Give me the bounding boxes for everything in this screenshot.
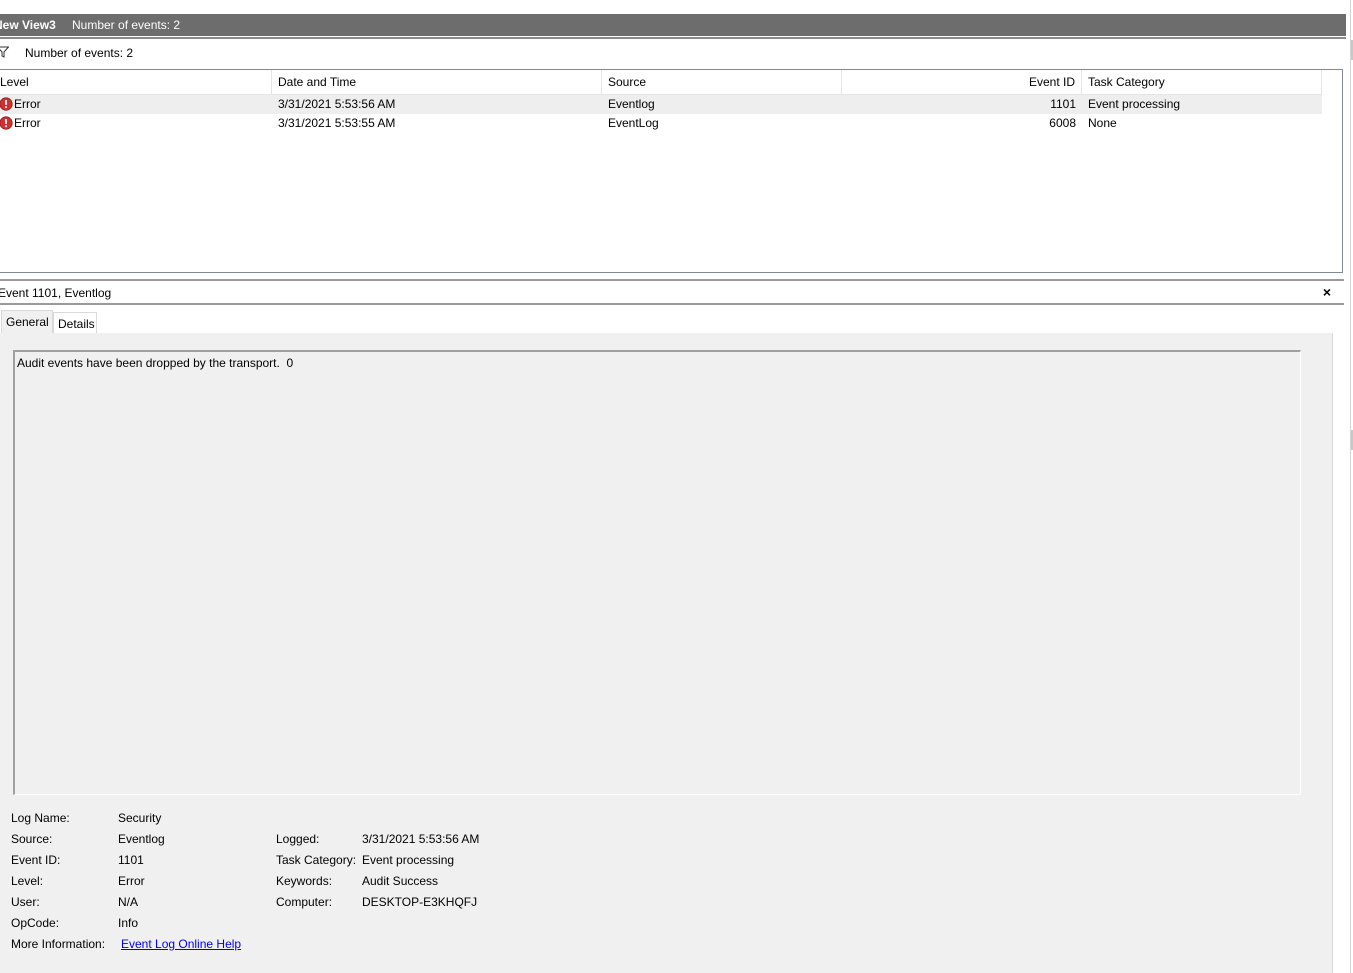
- window-right-edge: [1350, 0, 1351, 973]
- column-header-task-category[interactable]: Task Category: [1082, 70, 1322, 94]
- task-category-label: Task Category:: [276, 853, 357, 867]
- keywords-label: Keywords:: [276, 874, 333, 888]
- row-task-category: Event processing: [1088, 97, 1181, 111]
- opcode-value: Info: [118, 916, 139, 930]
- more-information-label: More Information:: [11, 937, 106, 951]
- row-level: Error: [14, 116, 41, 130]
- event-description: Audit events have been dropped by the tr…: [17, 356, 294, 370]
- computer-value: DESKTOP-E3KHQFJ: [362, 895, 478, 909]
- filter-icon: [0, 46, 9, 58]
- event-log-online-help-link[interactable]: Event Log Online Help: [121, 937, 241, 951]
- task-category-value: Event processing: [362, 853, 455, 867]
- source-label: Source:: [11, 832, 53, 846]
- row-date-time: 3/31/2021 5:53:56 AM: [278, 97, 396, 111]
- log-name-label: Log Name:: [11, 811, 70, 825]
- logged-label: Logged:: [276, 832, 320, 846]
- logged-value: 3/31/2021 5:53:56 AM: [362, 832, 480, 846]
- error-icon: [0, 116, 13, 130]
- log-name-value: Security: [118, 811, 162, 825]
- source-value: Eventlog: [118, 832, 165, 846]
- row-event-id: 6008: [1049, 116, 1076, 130]
- view-event-count: Number of events: 2: [72, 18, 181, 32]
- table-row[interactable]: Error 3/31/2021 5:53:55 AM EventLog 6008…: [0, 114, 1322, 133]
- view-name: New View3: [0, 18, 56, 32]
- user-label: User:: [11, 895, 40, 909]
- computer-label: Computer:: [276, 895, 333, 909]
- event-description-box[interactable]: Audit events have been dropped by the tr…: [13, 350, 1301, 795]
- detail-header: Event 1101, Eventlog ×: [0, 283, 1344, 303]
- column-header-level[interactable]: Level: [0, 70, 272, 94]
- column-header-date-time[interactable]: Date and Time: [272, 70, 602, 94]
- filter-bar: Number of events: 2: [0, 42, 1344, 68]
- row-level: Error: [14, 97, 41, 111]
- events-list[interactable]: Level Date and Time Source Event ID Task…: [0, 69, 1343, 273]
- pane-splitter[interactable]: [0, 279, 1344, 281]
- user-value: N/A: [118, 895, 139, 909]
- event-id-value: 1101: [118, 853, 144, 867]
- event-id-label: Event ID:: [11, 853, 61, 867]
- tab-general[interactable]: General: [1, 310, 53, 334]
- title-bar-divider: [0, 37, 1346, 39]
- row-source: EventLog: [608, 116, 659, 130]
- list-header: Level Date and Time Source Event ID Task…: [0, 70, 1322, 95]
- column-header-source[interactable]: Source: [602, 70, 842, 94]
- error-icon: [0, 97, 13, 111]
- level-value: Error: [118, 874, 145, 888]
- table-row[interactable]: Error 3/31/2021 5:53:56 AM Eventlog 1101…: [0, 95, 1322, 114]
- detail-tabs: General Details: [0, 310, 1344, 334]
- event-viewer-window: New View3 Number of events: 2 Number of …: [0, 0, 1353, 973]
- row-date-time: 3/31/2021 5:53:55 AM: [278, 116, 396, 130]
- general-tab-panel: Audit events have been dropped by the tr…: [0, 333, 1333, 973]
- close-detail-button[interactable]: ×: [1320, 284, 1334, 300]
- row-source: Eventlog: [608, 97, 655, 111]
- row-task-category: None: [1088, 116, 1117, 130]
- keywords-value: Audit Success: [362, 874, 439, 888]
- row-event-id: 1101: [1050, 97, 1076, 111]
- detail-title: Event 1101, Eventlog: [0, 286, 112, 300]
- level-label: Level:: [11, 874, 44, 888]
- column-header-event-id[interactable]: Event ID: [842, 70, 1082, 94]
- tab-details[interactable]: Details: [53, 312, 97, 334]
- filter-event-count: Number of events: 2: [25, 46, 134, 60]
- view-title-bar: New View3 Number of events: 2: [0, 14, 1346, 36]
- detail-header-divider: [0, 303, 1344, 305]
- opcode-label: OpCode:: [11, 916, 60, 930]
